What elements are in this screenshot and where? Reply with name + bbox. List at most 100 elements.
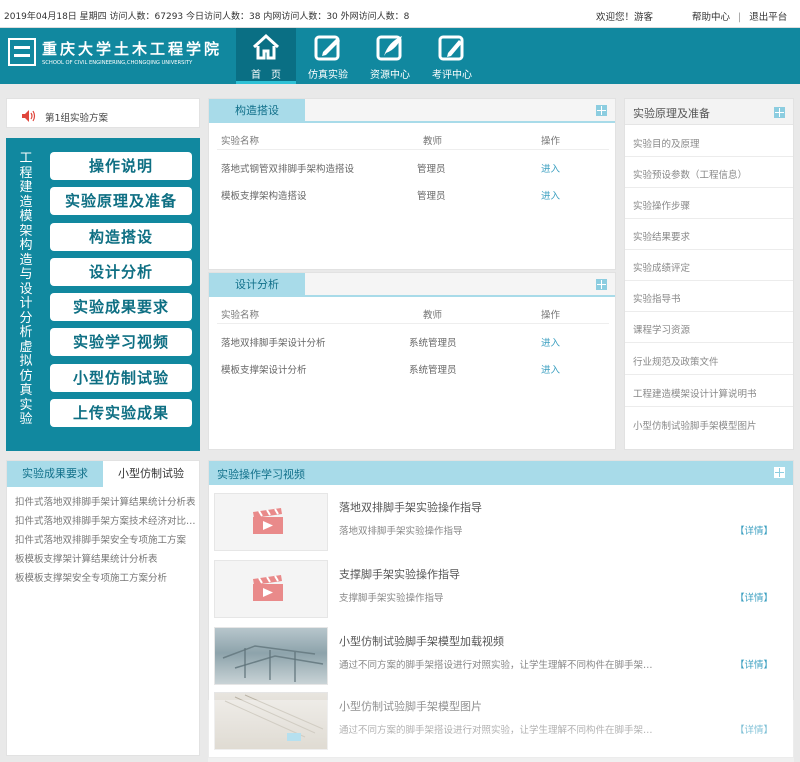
principle-header: 实验原理及准备 — [625, 99, 793, 125]
experiment-name: 落地式钢管双排脚手架构造搭设 — [221, 164, 355, 175]
list-item-label: 实验指导书 — [633, 294, 681, 305]
detail-link[interactable]: 【详情】 — [735, 590, 773, 604]
list-item[interactable]: 课程学习资源 — [625, 312, 793, 343]
list-item-label: 小型仿制试验脚手架模型图片 — [633, 421, 757, 432]
list-item[interactable]: 实验成绩评定 — [625, 250, 793, 281]
column-header-action: 操作 — [541, 136, 561, 147]
list-item[interactable]: 实验预设参数（工程信息） — [625, 157, 793, 188]
column-header-name: 实验名称 — [221, 136, 260, 147]
list-item-label: 实验成绩评定 — [633, 263, 691, 274]
feather-icon — [376, 35, 402, 61]
list-item[interactable]: 扣件式落地双排脚手架计算结果统计分析表 — [15, 494, 199, 508]
design-header: 设计分析 — [209, 273, 615, 297]
detail-link[interactable]: 【详情】 — [735, 657, 773, 671]
menu-button-requirements[interactable]: 实验成果要求 — [50, 293, 192, 321]
list-item-label: 行业规范及政策文件 — [633, 357, 719, 368]
site-header: 重庆大学土木工程学院 SCHOOL OF CIVIL ENGINEERING,C… — [0, 28, 800, 84]
menu-button-instructions[interactable]: 操作说明 — [50, 152, 192, 180]
list-item-label: 工程建造模架设计计算说明书 — [633, 389, 757, 400]
help-center-link[interactable]: 帮助中心 — [692, 12, 730, 23]
list-item[interactable]: 实验结果要求 — [625, 219, 793, 250]
video-item-desc: 落地双排脚手架实验操作指导 — [339, 526, 463, 537]
nav-home[interactable]: 首 页 — [236, 28, 296, 84]
nav-evaluation[interactable]: 考评中心 — [422, 28, 482, 84]
detail-link[interactable]: 【详情】 — [735, 523, 773, 537]
list-item[interactable]: 板模板支撑架计算结果统计分析表 — [15, 551, 199, 565]
experiment-menu: 工程建造模架构造与设计分析虚拟仿真实验 操作说明 实验原理及准备 构造搭设 设计… — [6, 138, 200, 451]
enter-link[interactable]: 进入 — [541, 161, 560, 175]
video-thumbnail[interactable] — [214, 560, 328, 618]
nav-simulation[interactable]: 仿真实验 — [298, 28, 358, 84]
experiment-title: 工程建造模架构造与设计分析虚拟仿真实验 — [19, 151, 33, 427]
video-item[interactable]: 小型仿制试验脚手架模型加载视频 通过不同方案的脚手架搭设进行对照实验，让学生理解… — [214, 627, 792, 685]
list-item[interactable]: 扣件式落地双排脚手架安全专项施工方案 — [15, 532, 199, 546]
detail-link[interactable]: 【详情】 — [735, 722, 773, 736]
design-panel: 设计分析 实验名称 教师 操作 落地双排脚手架设计分析 系统管理员 进入 模板支… — [208, 272, 616, 450]
nav-home-label: 首 页 — [251, 70, 281, 81]
menu-button-small-test[interactable]: 小型仿制试验 — [50, 364, 192, 392]
home-icon — [252, 33, 280, 60]
video-item-desc: 通过不同方案的脚手架搭设进行对照实验，让学生理解不同构件在脚手架中的作用 — [339, 725, 657, 736]
scaffold-model-icon — [224, 694, 324, 741]
video-clapper-icon — [253, 508, 283, 534]
menu-button-videos[interactable]: 实验学习视频 — [50, 328, 192, 356]
list-item[interactable]: 行业规范及政策文件 — [625, 344, 793, 375]
visit-stats: 2019年04月18日 星期四 访问人数：67293 今日访问人数：38 内网访… — [4, 12, 410, 22]
list-item[interactable]: 扣件式落地双排脚手架方案技术经济对比分析 — [15, 513, 199, 527]
design-title: 设计分析 — [209, 273, 305, 297]
video-thumbnail[interactable] — [214, 692, 328, 750]
enter-link[interactable]: 进入 — [541, 335, 560, 349]
principle-title: 实验原理及准备 — [633, 107, 710, 120]
video-item-title[interactable]: 落地双排脚手架实验操作指导 — [339, 499, 482, 515]
expand-plus-icon[interactable] — [774, 467, 785, 478]
top-info-bar: 2019年04月18日 星期四 访问人数：67293 今日访问人数：38 内网访… — [0, 0, 800, 28]
column-header-action: 操作 — [541, 310, 561, 321]
video-item[interactable]: 支撑脚手架实验操作指导 支撑脚手架实验操作指导 【详情】 — [214, 560, 792, 618]
row-divider — [217, 149, 609, 150]
video-item-title[interactable]: 小型仿制试验脚手架模型图片 — [339, 698, 482, 714]
list-item-label: 实验目的及原理 — [633, 139, 700, 150]
nav-evaluation-label: 考评中心 — [432, 70, 472, 81]
tab-small-test[interactable]: 小型仿制试验 — [103, 461, 199, 487]
list-item[interactable]: 小型仿制试验脚手架模型图片 — [625, 408, 793, 439]
scaffold-photo-icon — [222, 645, 324, 682]
expand-plus-icon[interactable] — [596, 279, 607, 290]
video-item-title[interactable]: 小型仿制试验脚手架模型加载视频 — [339, 633, 504, 649]
logout-link[interactable]: 退出平台 — [749, 12, 787, 23]
video-clapper-icon — [253, 575, 283, 601]
menu-button-construction[interactable]: 构造搭设 — [50, 223, 192, 251]
video-item[interactable]: 小型仿制试验脚手架模型图片 通过不同方案的脚手架搭设进行对照实验，让学生理解不同… — [214, 692, 792, 750]
menu-button-principle[interactable]: 实验原理及准备 — [50, 187, 192, 215]
nav-resources[interactable]: 资源中心 — [360, 28, 420, 84]
construction-panel: 构造搭设 实验名称 教师 操作 落地式钢管双排脚手架构造搭设 管理员 进入 模板… — [208, 98, 616, 270]
menu-button-design[interactable]: 设计分析 — [50, 258, 192, 286]
enter-link[interactable]: 进入 — [541, 362, 560, 376]
video-item[interactable]: 落地双排脚手架实验操作指导 落地双排脚手架实验操作指导 【详情】 — [214, 493, 792, 551]
expand-plus-icon[interactable] — [596, 105, 607, 116]
menu-button-upload[interactable]: 上传实验成果 — [50, 399, 192, 427]
list-item-label: 课程学习资源 — [633, 325, 691, 336]
notice-bar: 第1组实验方案 — [6, 98, 200, 128]
teacher-name: 管理员 — [417, 164, 446, 175]
notice-text[interactable]: 第1组实验方案 — [45, 110, 108, 124]
construction-title: 构造搭设 — [209, 99, 305, 123]
list-item[interactable]: 工程建造模架设计计算说明书 — [625, 376, 793, 407]
video-thumbnail[interactable] — [214, 627, 328, 685]
expand-plus-icon[interactable] — [774, 107, 785, 118]
list-item[interactable]: 实验操作步骤 — [625, 188, 793, 219]
enter-link[interactable]: 进入 — [541, 188, 560, 202]
list-item[interactable]: 实验目的及原理 — [625, 126, 793, 157]
experiment-name: 模板支撑架构造搭设 — [221, 191, 307, 202]
speaker-icon — [22, 110, 36, 122]
principle-panel: 实验原理及准备 实验目的及原理 实验预设参数（工程信息） 实验操作步骤 实验结果… — [624, 98, 794, 450]
video-thumbnail[interactable] — [214, 493, 328, 551]
tab-results-requirements[interactable]: 实验成果要求 — [7, 461, 103, 487]
logo-english-name: SCHOOL OF CIVIL ENGINEERING,CHONGQING UN… — [42, 60, 193, 66]
welcome-text: 欢迎您！游客 — [596, 12, 654, 23]
school-logo[interactable]: 重庆大学土木工程学院 SCHOOL OF CIVIL ENGINEERING,C… — [8, 38, 219, 72]
list-item[interactable]: 板模板支撑架安全专项施工方案分析 — [15, 570, 199, 584]
row-divider — [217, 323, 609, 324]
list-item[interactable]: 实验指导书 — [625, 281, 793, 312]
results-panel: 实验成果要求 小型仿制试验 扣件式落地双排脚手架计算结果统计分析表 扣件式落地双… — [6, 460, 200, 756]
video-item-title[interactable]: 支撑脚手架实验操作指导 — [339, 566, 460, 582]
